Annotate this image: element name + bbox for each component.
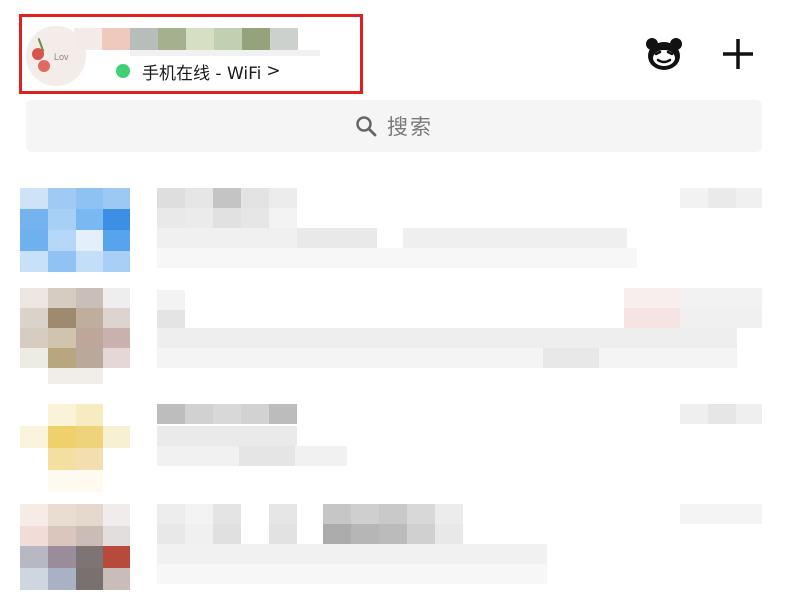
chevron-right-icon: > [266,61,281,81]
bear-face-icon[interactable] [644,34,684,74]
chat-time-pixelated [680,188,762,208]
contact-avatar-pixelated [20,404,130,494]
chat-time-pixelated [680,504,762,524]
chat-time-pixelated [624,288,762,328]
chat-time-pixelated [680,404,762,424]
chat-preview-pixelated [157,328,737,368]
contact-avatar-pixelated [20,188,130,272]
chat-preview-pixelated [157,426,347,466]
chat-name-pixelated [157,188,297,228]
contact-avatar-pixelated [20,504,130,590]
online-dot-icon [116,64,130,78]
chat-preview-pixelated [157,544,547,584]
chat-name-pixelated [157,290,187,330]
chat-list-item[interactable] [0,396,800,506]
top-bar: Lov 手机在线 - WiFi > [0,0,800,100]
status-text: 手机在线 - WiFi [142,63,262,84]
nickname-pixelated[interactable] [74,28,298,50]
nickname-shadow [130,50,320,56]
chat-name-pixelated [157,404,297,424]
contact-avatar-pixelated [20,288,130,384]
chat-name-pixelated [157,504,487,544]
chat-list-item[interactable] [0,164,800,274]
chat-list-item[interactable] [0,502,800,600]
search-label: 搜索 [387,115,433,139]
chat-list-item[interactable] [0,280,800,390]
plus-icon[interactable] [718,34,758,74]
chat-preview-pixelated [157,228,637,268]
online-status[interactable]: 手机在线 - WiFi > [116,61,281,84]
search-icon [356,116,377,137]
search-bar[interactable]: 搜索 [26,100,762,152]
